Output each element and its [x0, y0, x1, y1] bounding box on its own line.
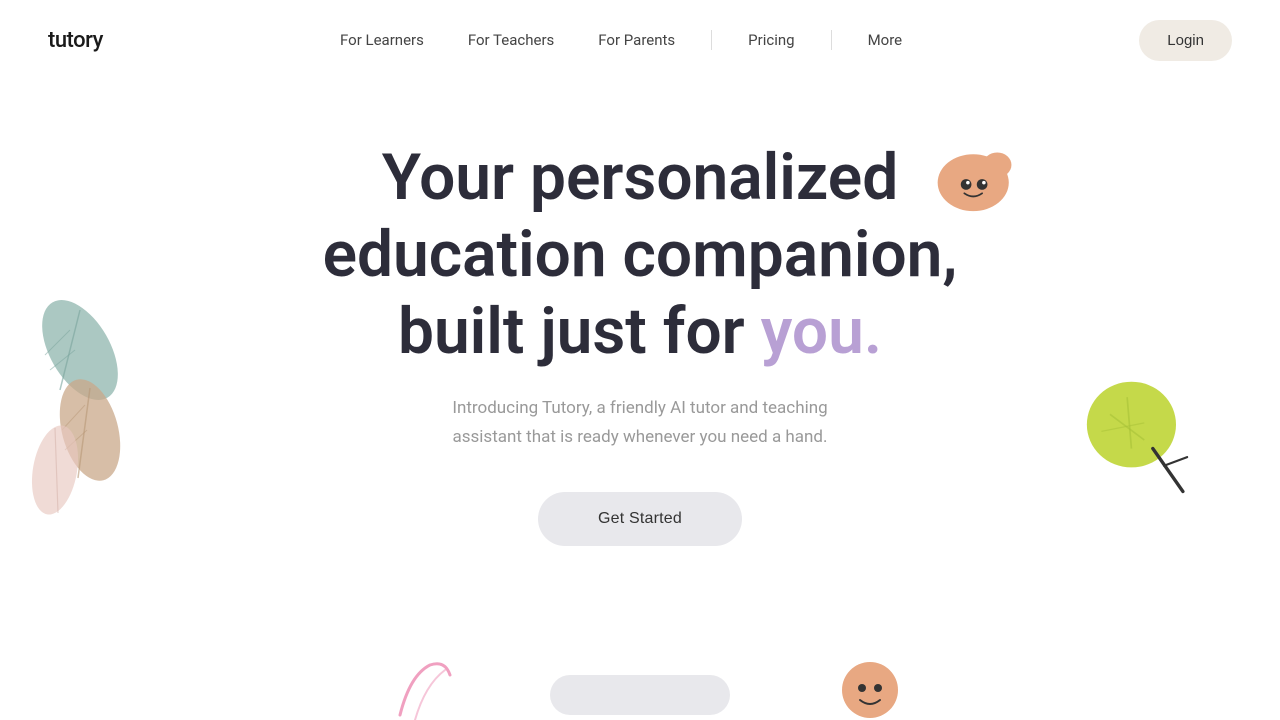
nav-for-parents[interactable]: For Parents [582, 23, 691, 57]
nav-divider [711, 30, 712, 50]
hero-title: Your personalized education companion, b… [323, 140, 958, 370]
get-started-button[interactable]: Get Started [538, 492, 742, 546]
navbar: tutory For Learners For Teachers For Par… [0, 0, 1280, 80]
bottom-deco-lines [390, 655, 470, 720]
nav-for-teachers[interactable]: For Teachers [452, 23, 570, 57]
logo[interactable]: tutory [48, 28, 103, 53]
bottom-card-hint [540, 665, 740, 720]
nav-more[interactable]: More [852, 23, 919, 57]
nav-pricing[interactable]: Pricing [732, 23, 810, 57]
hero-subtitle: Introducing Tutory, a friendly AI tutor … [430, 394, 850, 452]
nav-divider-2 [831, 30, 832, 50]
nav-for-learners[interactable]: For Learners [324, 23, 440, 57]
login-button[interactable]: Login [1139, 20, 1232, 61]
nav-links: For Learners For Teachers For Parents Pr… [324, 23, 918, 57]
hero-section: Your personalized education companion, b… [0, 80, 1280, 546]
bottom-avatar-hint [840, 660, 900, 720]
